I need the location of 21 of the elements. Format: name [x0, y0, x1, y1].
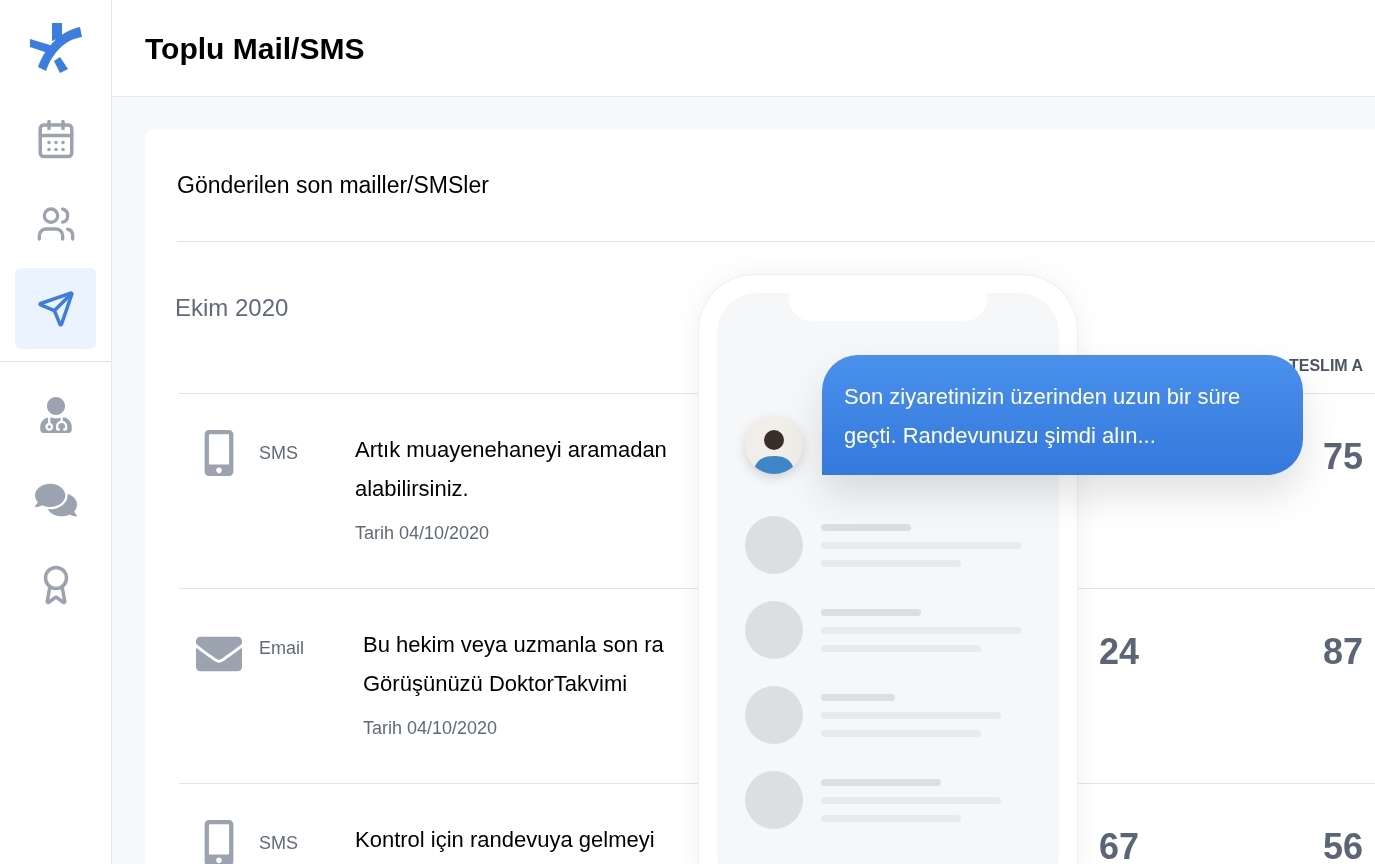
message-date: Tarih 04/10/2020	[363, 717, 498, 740]
message-text: Kontrol için randevuya gelmeyi	[355, 826, 655, 854]
message-type: SMS	[259, 833, 298, 853]
page-title: Toplu Mail/SMS	[145, 30, 365, 67]
sidebar-item[interactable]	[15, 268, 96, 349]
doctor-icon	[37, 396, 74, 433]
message-type: Email	[259, 638, 304, 658]
card-title: Gönderilen son mailler/SMSler	[177, 170, 489, 200]
column-header: TESLIM A	[1289, 356, 1364, 376]
sent-count: 24	[1099, 630, 1140, 674]
star-logo-icon	[29, 23, 82, 73]
delivery-rate: 56	[1323, 825, 1364, 864]
message-text: Artık muayenehaneyi aramadan alabilirsiniz.	[355, 436, 667, 503]
message-text: Bu hekim veya uzmanla son ra Görüşünüzü DoktorTakvimi	[363, 631, 664, 698]
send-icon	[36, 289, 75, 328]
message-type: SMS	[259, 443, 298, 463]
delivery-rate: 75	[1323, 435, 1364, 479]
month-label: Ekim 2020	[175, 293, 289, 323]
message-date: Tarih 04/10/2020	[355, 522, 490, 545]
delivery-rate: 87	[1323, 630, 1364, 674]
sent-count: 67	[1099, 825, 1140, 864]
